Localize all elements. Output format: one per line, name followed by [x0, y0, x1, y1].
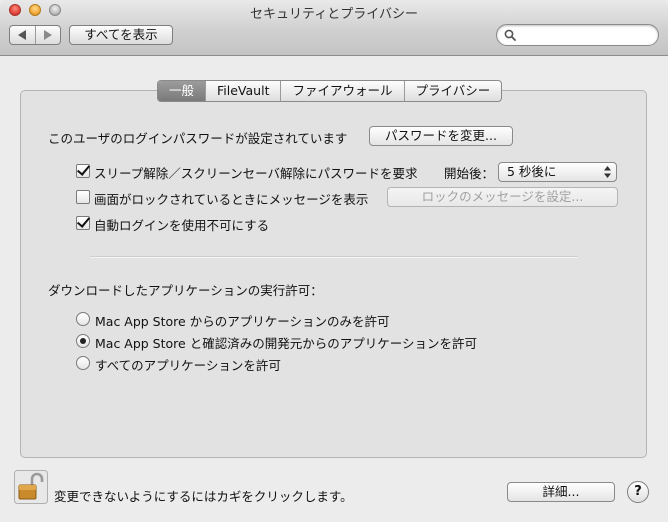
window-title: セキュリティとプライバシー [250, 7, 418, 22]
unlocked-padlock-icon[interactable] [14, 470, 48, 504]
set-lock-message-button[interactable]: ロックのメッセージを設定... [387, 187, 618, 207]
forward-button[interactable] [34, 26, 61, 44]
allow-apps-heading: ダウンロードしたアプリケーションの実行許可： [48, 283, 323, 298]
tab-bar: 一般 FileVault ファイアウォール プライバシー [157, 80, 503, 102]
show-message-checkbox[interactable] [76, 190, 90, 204]
allow-identified-developers-label: Mac App Store と確認済みの開発元からのアプリケーションを許可 [95, 336, 477, 351]
tab-general[interactable]: 一般 [158, 81, 206, 101]
section-divider [90, 256, 578, 258]
help-button[interactable]: ? [627, 481, 649, 503]
disable-auto-login-label: 自動ログインを使用不可にする [94, 218, 270, 233]
allow-identified-developers-radio[interactable] [76, 334, 90, 348]
updown-arrows-icon [604, 166, 611, 178]
allow-app-store-label: Mac App Store からのアプリケーションのみを許可 [95, 314, 390, 329]
tab-privacy[interactable]: プライバシー [403, 81, 502, 101]
password-set-text: このユーザのログインパスワードが設定されています [48, 131, 348, 146]
advanced-button[interactable]: 詳細... [507, 482, 615, 502]
start-after-select[interactable]: 5 秒後に [498, 162, 617, 182]
require-password-label: スリープ解除／スクリーンセーバ解除にパスワードを要求 [94, 166, 418, 181]
window-titlebar: セキュリティとプライバシー すべてを表示 [0, 0, 668, 56]
chevron-right-icon [43, 30, 52, 40]
back-button[interactable] [10, 26, 35, 44]
require-password-checkbox[interactable] [76, 164, 90, 178]
chevron-left-icon [18, 30, 27, 40]
change-password-button[interactable]: パスワードを変更... [369, 126, 513, 146]
show-message-label: 画面がロックされているときにメッセージを表示 [94, 192, 369, 207]
search-icon [504, 29, 516, 41]
back-forward-group [9, 25, 61, 45]
allow-anywhere-radio[interactable] [76, 356, 90, 370]
lock-instruction-text: 変更できないようにするにはカギをクリックします。 [54, 489, 353, 504]
allow-app-store-radio[interactable] [76, 312, 90, 326]
start-after-label: 開始後： [444, 166, 495, 181]
tab-firewall[interactable]: ファイアウォール [280, 81, 403, 101]
disable-auto-login-checkbox[interactable] [76, 216, 90, 230]
start-after-value: 5 秒後に [507, 164, 557, 179]
tab-filevault[interactable]: FileVault [205, 81, 280, 101]
show-all-button[interactable]: すべてを表示 [69, 25, 173, 45]
allow-anywhere-label: すべてのアプリケーションを許可 [95, 358, 281, 373]
search-input[interactable] [496, 24, 659, 46]
